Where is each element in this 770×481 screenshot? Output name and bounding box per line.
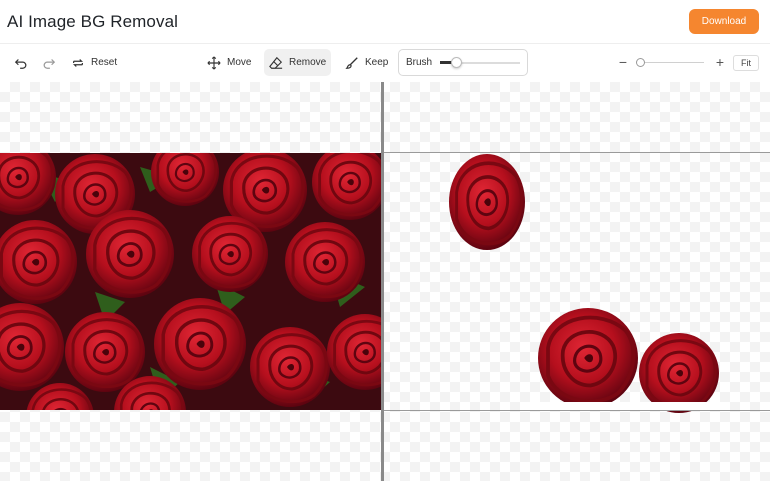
cutout-result [447, 152, 730, 415]
zoom-out-button[interactable]: − [615, 54, 631, 70]
brush-size-slider[interactable] [440, 56, 520, 68]
remove-tool-button[interactable]: Remove [264, 49, 332, 76]
move-icon [207, 55, 221, 70]
eraser-icon [269, 56, 283, 69]
editor-canvas[interactable] [0, 82, 770, 481]
canvas-image-layer [0, 152, 730, 415]
brush-size-control: Brush [398, 49, 528, 76]
keep-tool-button[interactable]: Keep [340, 49, 393, 76]
brush-icon [345, 56, 358, 69]
result-bottom-boundary [384, 410, 770, 411]
app-title: AI Image BG Removal [7, 11, 179, 31]
zoom-slider[interactable] [636, 62, 704, 63]
download-button[interactable]: Download [689, 9, 759, 34]
brush-label: Brush [406, 57, 433, 68]
keep-label: Keep [365, 57, 389, 68]
fit-button[interactable]: Fit [733, 55, 759, 71]
move-label: Move [227, 57, 252, 68]
reset-button[interactable]: Reset [66, 49, 122, 76]
remove-label: Remove [289, 57, 327, 68]
redo-icon [43, 58, 56, 69]
undo-button[interactable] [9, 49, 33, 76]
redo-button[interactable] [37, 49, 61, 76]
toolbar: Reset Move Remove Keep [0, 44, 770, 82]
reset-icon [73, 58, 83, 67]
result-top-boundary [384, 152, 770, 153]
reset-label: Reset [91, 57, 118, 68]
undo-icon [14, 58, 27, 69]
zoom-in-button[interactable]: + [712, 54, 728, 70]
split-divider[interactable] [381, 82, 384, 481]
original-photo [0, 153, 381, 410]
move-tool-button[interactable]: Move [202, 49, 256, 76]
zoom-slider-thumb[interactable] [636, 58, 645, 67]
app-header: AI Image BG Removal Download [0, 0, 770, 44]
brush-size-thumb[interactable] [451, 56, 463, 68]
